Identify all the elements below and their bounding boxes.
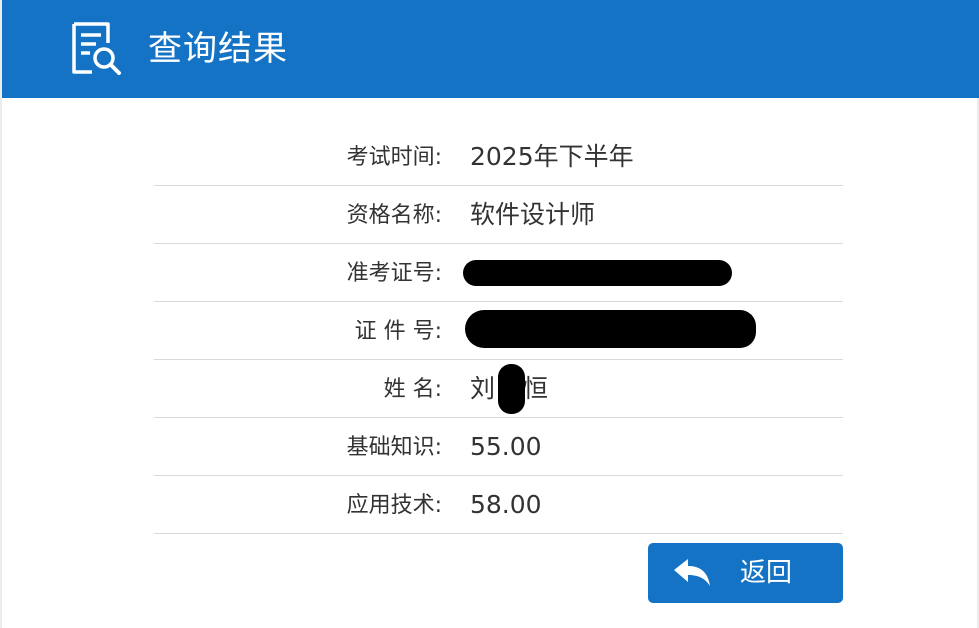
id-number-label: 证 件 号: (354, 319, 442, 344)
row-name: 姓 名: 刘恒 (154, 360, 843, 418)
row-id-number: 证 件 号: (154, 302, 843, 360)
exam-time-label: 考试时间: (346, 145, 442, 170)
name-suffix: 恒 (523, 374, 549, 403)
applied-technology-score: 58.00 (470, 490, 542, 519)
reply-arrow-icon (674, 559, 710, 586)
result-table: 考试时间: 2025年下半年 资格名称: 软件设计师 准考证号: 证 件 号: … (154, 128, 843, 534)
name-prefix: 刘 (470, 374, 496, 403)
exam-time-value: 2025年下半年 (470, 142, 634, 171)
qualification-value: 软件设计师 (470, 200, 596, 229)
page-title: 查询结果 (148, 29, 288, 69)
id-number-redaction (465, 310, 756, 348)
page-header: 查询结果 (2, 0, 979, 98)
basic-knowledge-score: 55.00 (470, 432, 542, 461)
row-admission-number: 准考证号: (154, 244, 843, 302)
back-button-label: 返回 (740, 558, 793, 588)
row-exam-time: 考试时间: 2025年下半年 (154, 128, 843, 186)
row-basic-knowledge: 基础知识: 55.00 (154, 418, 843, 476)
basic-knowledge-label: 基础知识: (346, 435, 442, 460)
back-button[interactable]: 返回 (648, 543, 843, 603)
row-qualification: 资格名称: 软件设计师 (154, 186, 843, 244)
document-search-icon (72, 22, 121, 75)
admission-number-redaction (463, 260, 732, 286)
admission-number-label: 准考证号: (346, 261, 442, 286)
applied-technology-label: 应用技术: (346, 493, 442, 518)
row-applied-technology: 应用技术: 58.00 (154, 476, 843, 534)
query-result-page: 查询结果 考试时间: 2025年下半年 资格名称: 软件设计师 准考证号: 证 … (0, 0, 979, 628)
name-label: 姓 名: (383, 377, 442, 402)
qualification-label: 资格名称: (346, 203, 442, 228)
name-redaction (498, 364, 525, 414)
